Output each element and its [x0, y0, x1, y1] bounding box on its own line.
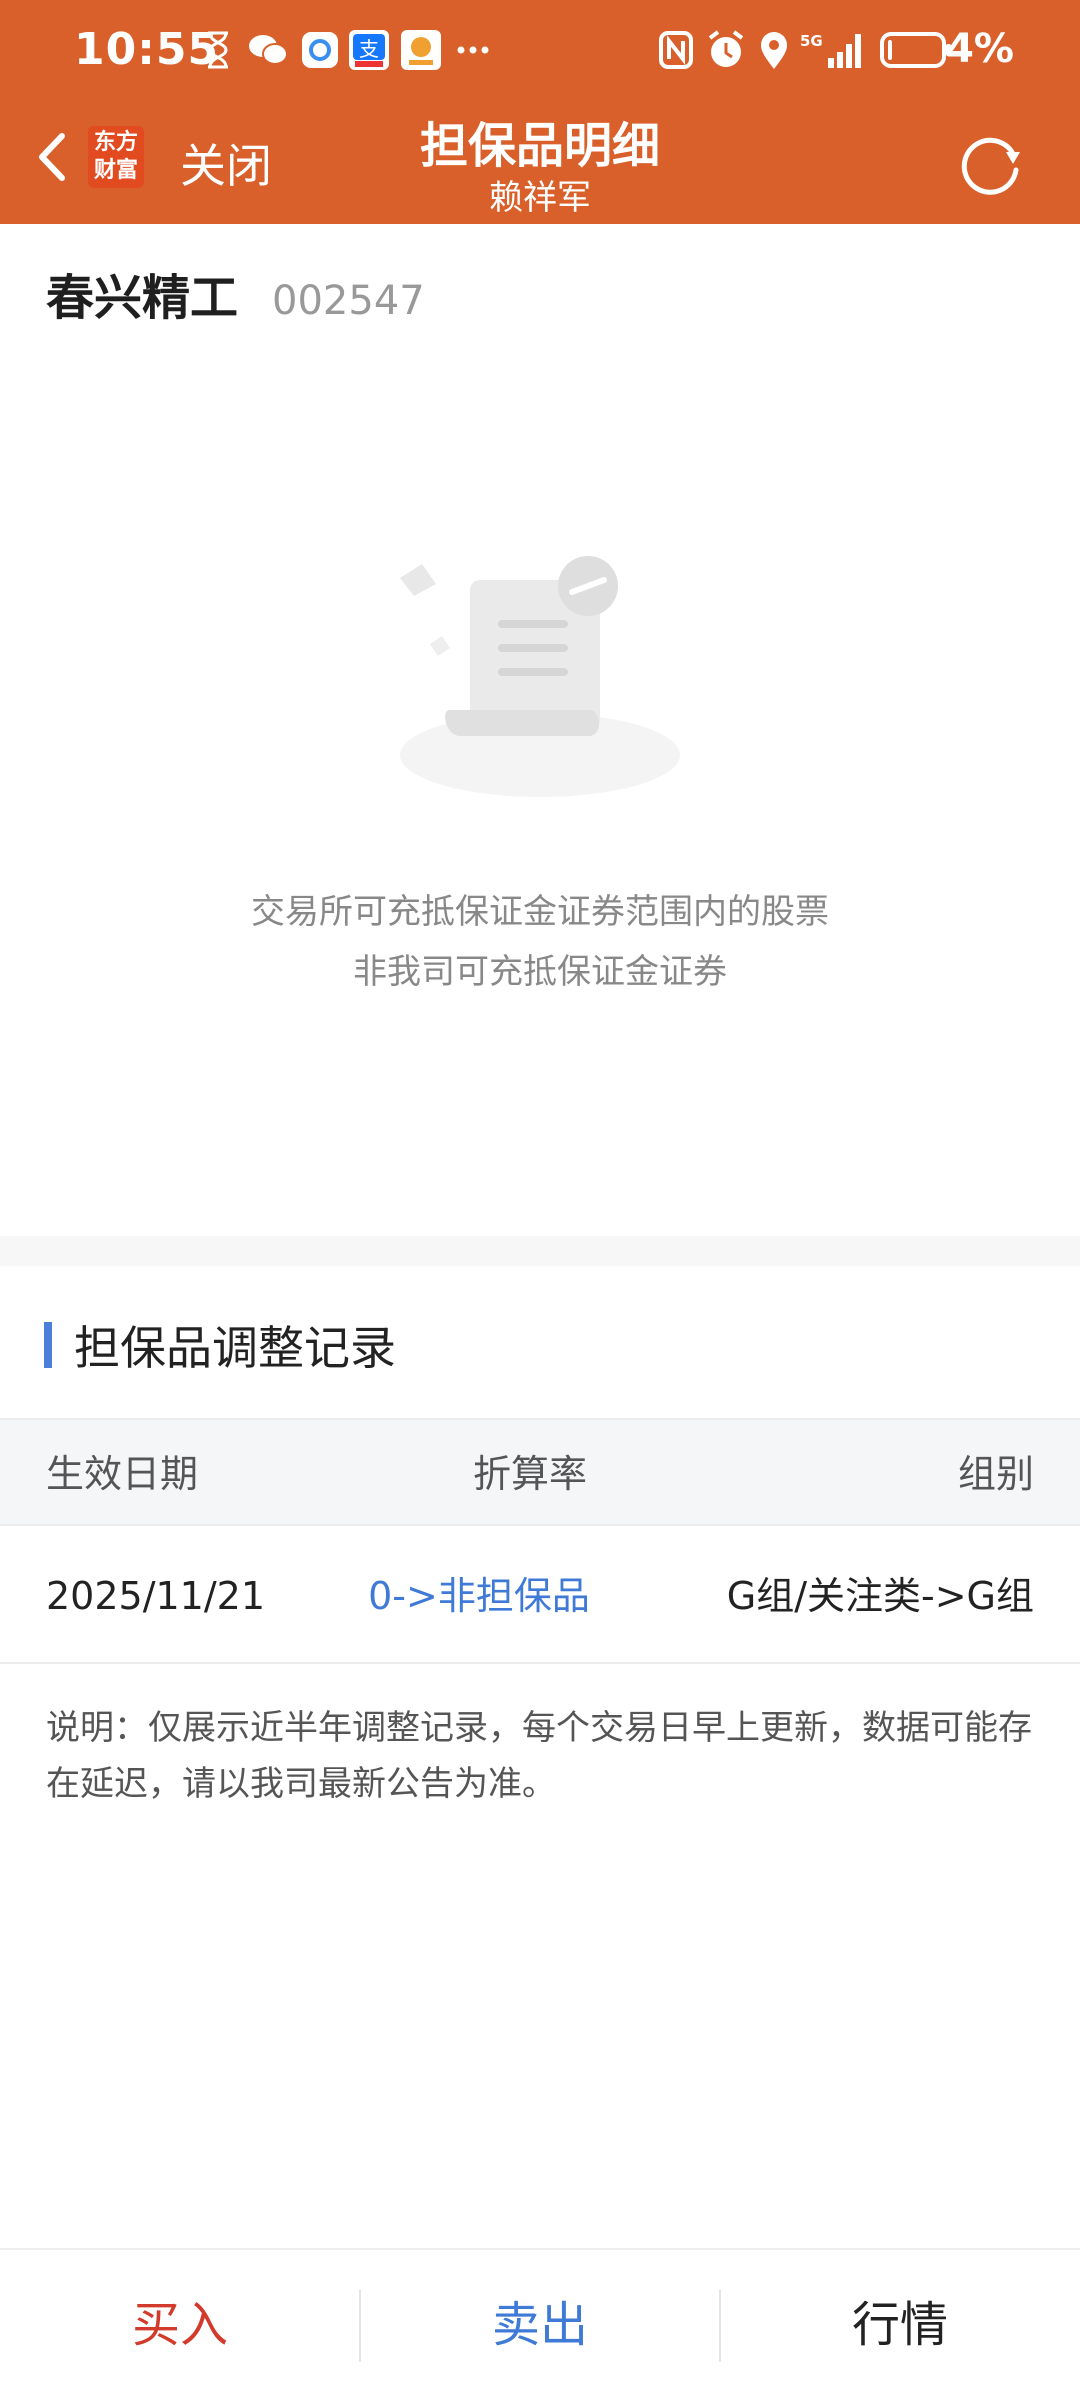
svg-text:支: 支: [359, 37, 379, 61]
column-header-rate: 折算率: [472, 1452, 587, 1496]
more-notifications-icon: [456, 30, 490, 70]
page-title: 担保品明细: [419, 118, 660, 174]
bottom-action-bar: 买入 卖出 行情: [0, 2248, 1080, 2400]
section-divider: [0, 1236, 1080, 1266]
battery-percentage: 4%: [946, 26, 1014, 72]
empty-state-line-2: 非我司可充抵保证金证券: [353, 952, 727, 992]
empty-state-illustration: [330, 540, 750, 800]
network-type-label: 5G: [800, 32, 823, 50]
nfc-icon: [658, 30, 694, 70]
chat-app-icon: [300, 30, 340, 70]
wechat-icon: [246, 30, 290, 70]
alarm-icon: [706, 30, 746, 70]
column-header-group: 组别: [957, 1452, 1034, 1496]
battery-icon: [880, 30, 952, 70]
empty-state-line-1: 交易所可充抵保证金证券范围内的股票: [251, 892, 829, 932]
buy-button[interactable]: 买入: [0, 2250, 360, 2400]
stock-code: 002547: [272, 278, 425, 324]
hourglass-icon: [204, 30, 232, 70]
nav-bar: 东方财富 关闭 担保品明细 赖祥军: [0, 100, 1080, 224]
sell-button[interactable]: 卖出: [360, 2250, 720, 2400]
status-bar: 10:55 支 5G 4%: [0, 0, 1080, 100]
top-bar: 10:55 支 5G 4% 东方财富 关闭 担保品明细 赖祥军: [0, 0, 1080, 224]
quote-button[interactable]: 行情: [720, 2250, 1080, 2400]
stock-name: 春兴精工: [46, 270, 239, 326]
table-row: 2025/11/21 0->非担保品 G组/关注类->G组: [0, 1528, 1080, 1664]
account-name: 赖祥军: [489, 178, 591, 218]
alipay-icon: 支: [348, 30, 390, 70]
refresh-button[interactable]: [950, 124, 1030, 204]
stock-header: 春兴精工 002547: [46, 258, 425, 328]
cell-group: G组/关注类->G组: [726, 1574, 1034, 1618]
records-note: 说明：仅展示近半年调整记录，每个交易日早上更新，数据可能存在延迟，请以我司最新公…: [46, 1708, 1032, 1804]
signal-5g-icon: 5G: [800, 30, 866, 70]
records-table-header: 生效日期 折算率 组别: [0, 1418, 1080, 1526]
section-accent-bar: [44, 1322, 52, 1368]
refresh-icon: [961, 137, 1020, 195]
location-icon: [758, 30, 790, 70]
records-section-header: 担保品调整记录: [44, 1312, 396, 1378]
records-section-title: 担保品调整记录: [74, 1321, 396, 1375]
status-time: 10:55: [74, 24, 220, 75]
app-icon: [400, 30, 442, 70]
